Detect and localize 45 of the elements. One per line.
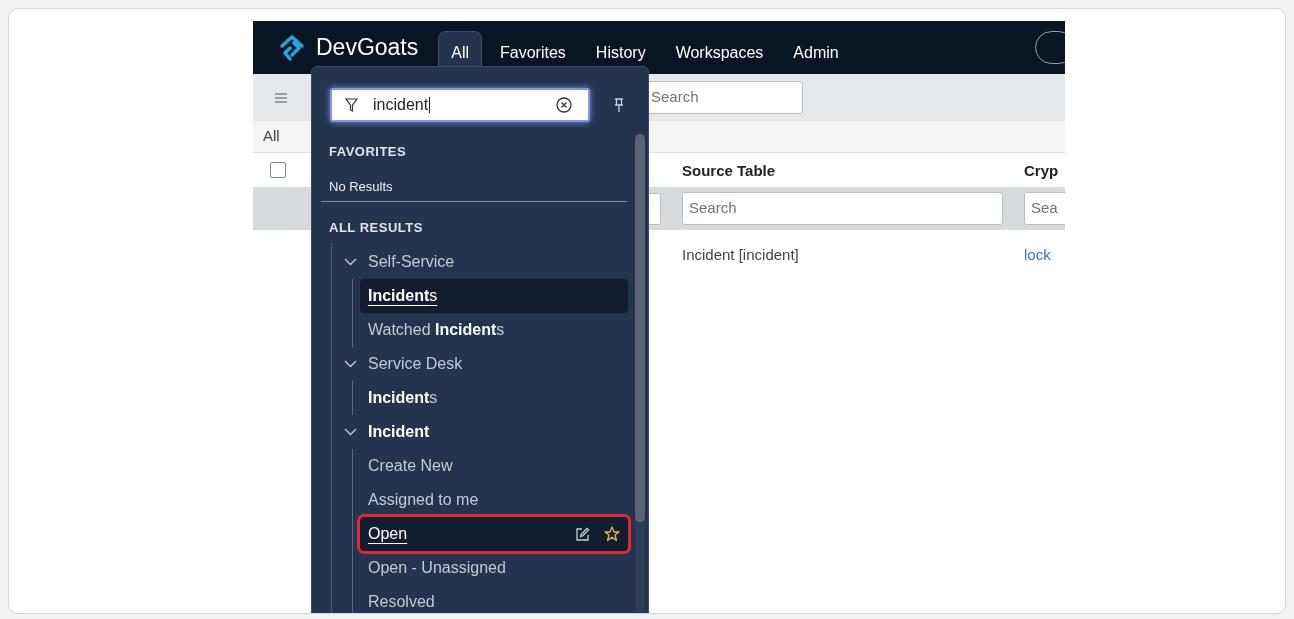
menu-item[interactable]: Open - Unassigned <box>360 551 628 585</box>
chevron-down-icon[interactable] <box>344 258 357 266</box>
filter-field[interactable]: Search <box>682 192 1003 225</box>
menu-item[interactable]: Open <box>360 517 628 551</box>
menu-item[interactable]: Assigned to me <box>360 483 628 517</box>
filter-field[interactable]: Sea <box>1024 192 1065 225</box>
menu-item-label: Watched Incidents <box>368 320 505 340</box>
star-icon[interactable] <box>604 526 620 542</box>
filter-value: incident <box>373 97 431 113</box>
menu-item[interactable]: Watched Incidents <box>360 313 628 347</box>
menu-item-label: Open - Unassigned <box>368 558 506 578</box>
clear-icon[interactable] <box>556 97 572 113</box>
pin-icon[interactable] <box>614 98 624 113</box>
nav-tab[interactable]: Admin <box>781 31 851 74</box>
scrollbar-thumb[interactable] <box>635 134 645 522</box>
menu-item-label: Assigned to me <box>368 490 479 510</box>
filter-input[interactable]: incident <box>330 88 590 122</box>
table-link[interactable]: lock <box>1024 244 1051 267</box>
section-heading: FAVORITES <box>329 143 407 161</box>
filter-icon <box>345 98 358 112</box>
checkbox[interactable] <box>270 162 286 178</box>
empty-message: No Results <box>329 178 393 196</box>
logo-text: DevGoats <box>316 36 419 59</box>
menu-item[interactable]: Incidents <box>360 279 628 313</box>
edit-icon[interactable] <box>575 526 590 542</box>
menu-group-label[interactable]: Incident <box>368 420 430 444</box>
menu-group-label[interactable]: Self-Service <box>368 250 455 274</box>
logo-icon <box>278 33 306 62</box>
menu-item[interactable]: Incidents <box>360 381 628 415</box>
section-heading: ALL RESULTS <box>329 219 423 237</box>
breadcrumb-text[interactable]: All <box>263 125 280 148</box>
column-heading[interactable]: Source Table <box>682 160 776 183</box>
menu-item-label: Incidents <box>368 286 438 306</box>
chevron-down-icon[interactable] <box>344 428 357 436</box>
menu-item-label: Resolved <box>368 592 435 612</box>
menu-group-label[interactable]: Service Desk <box>368 352 463 376</box>
chevron-down-icon[interactable] <box>344 360 357 368</box>
table-cell-text: Incident [incident] <box>682 245 799 265</box>
menu-item-label: Open <box>368 524 408 544</box>
menu-item-label: Create New <box>368 456 453 476</box>
menu-item-label: Incidents <box>368 388 438 408</box>
column-heading[interactable]: Cryp <box>1024 160 1059 183</box>
menu-item[interactable]: Create New <box>360 449 628 483</box>
menu-item[interactable]: Resolved <box>360 585 628 613</box>
nav-tab[interactable]: Workspaces <box>663 31 776 74</box>
